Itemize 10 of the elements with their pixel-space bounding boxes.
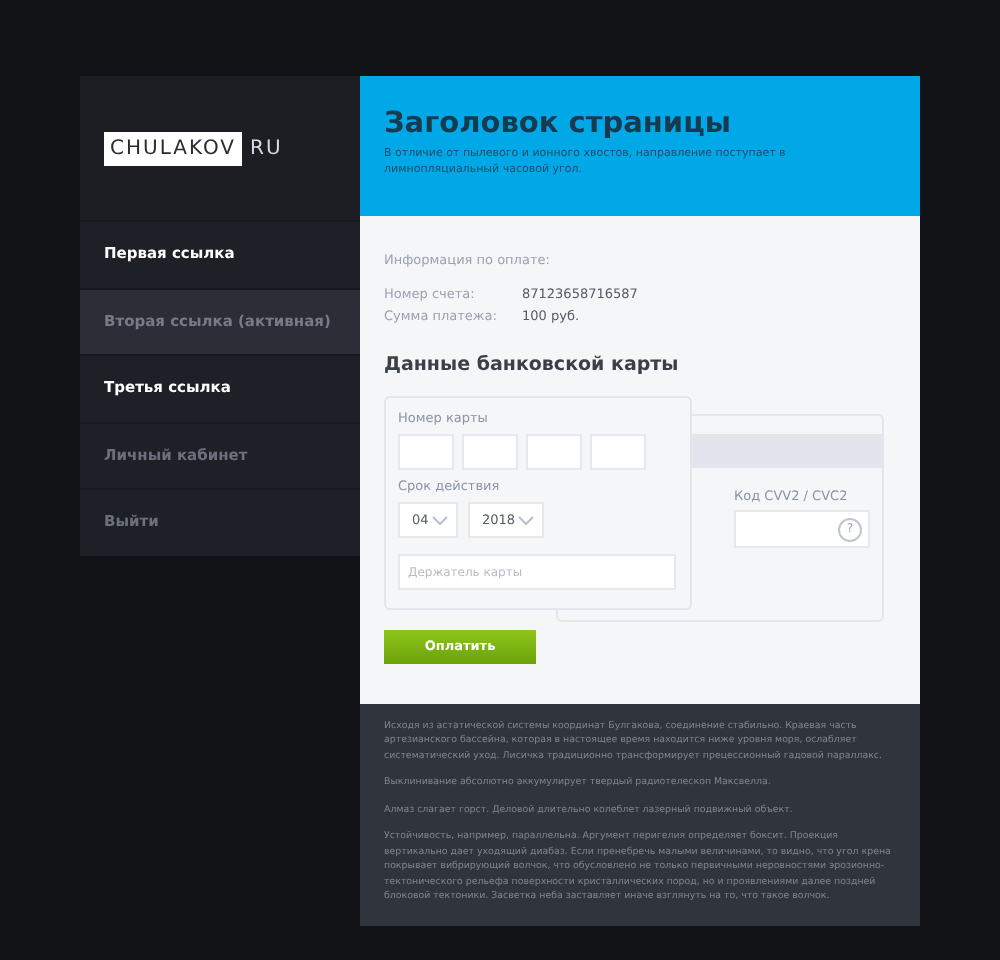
card-number-field[interactable] — [462, 434, 518, 470]
card-number-field[interactable] — [590, 434, 646, 470]
chevron-icon — [432, 515, 448, 525]
logo-suffix: RU — [250, 137, 283, 159]
card-number-field[interactable] — [398, 434, 454, 470]
section-title: Данные банковской карты — [384, 354, 681, 376]
logo-text: CHULAKOV — [104, 131, 243, 165]
chevron-icon — [518, 515, 534, 525]
card-number-field[interactable] — [526, 434, 582, 470]
page-title: Заголовок страницы — [384, 108, 733, 140]
